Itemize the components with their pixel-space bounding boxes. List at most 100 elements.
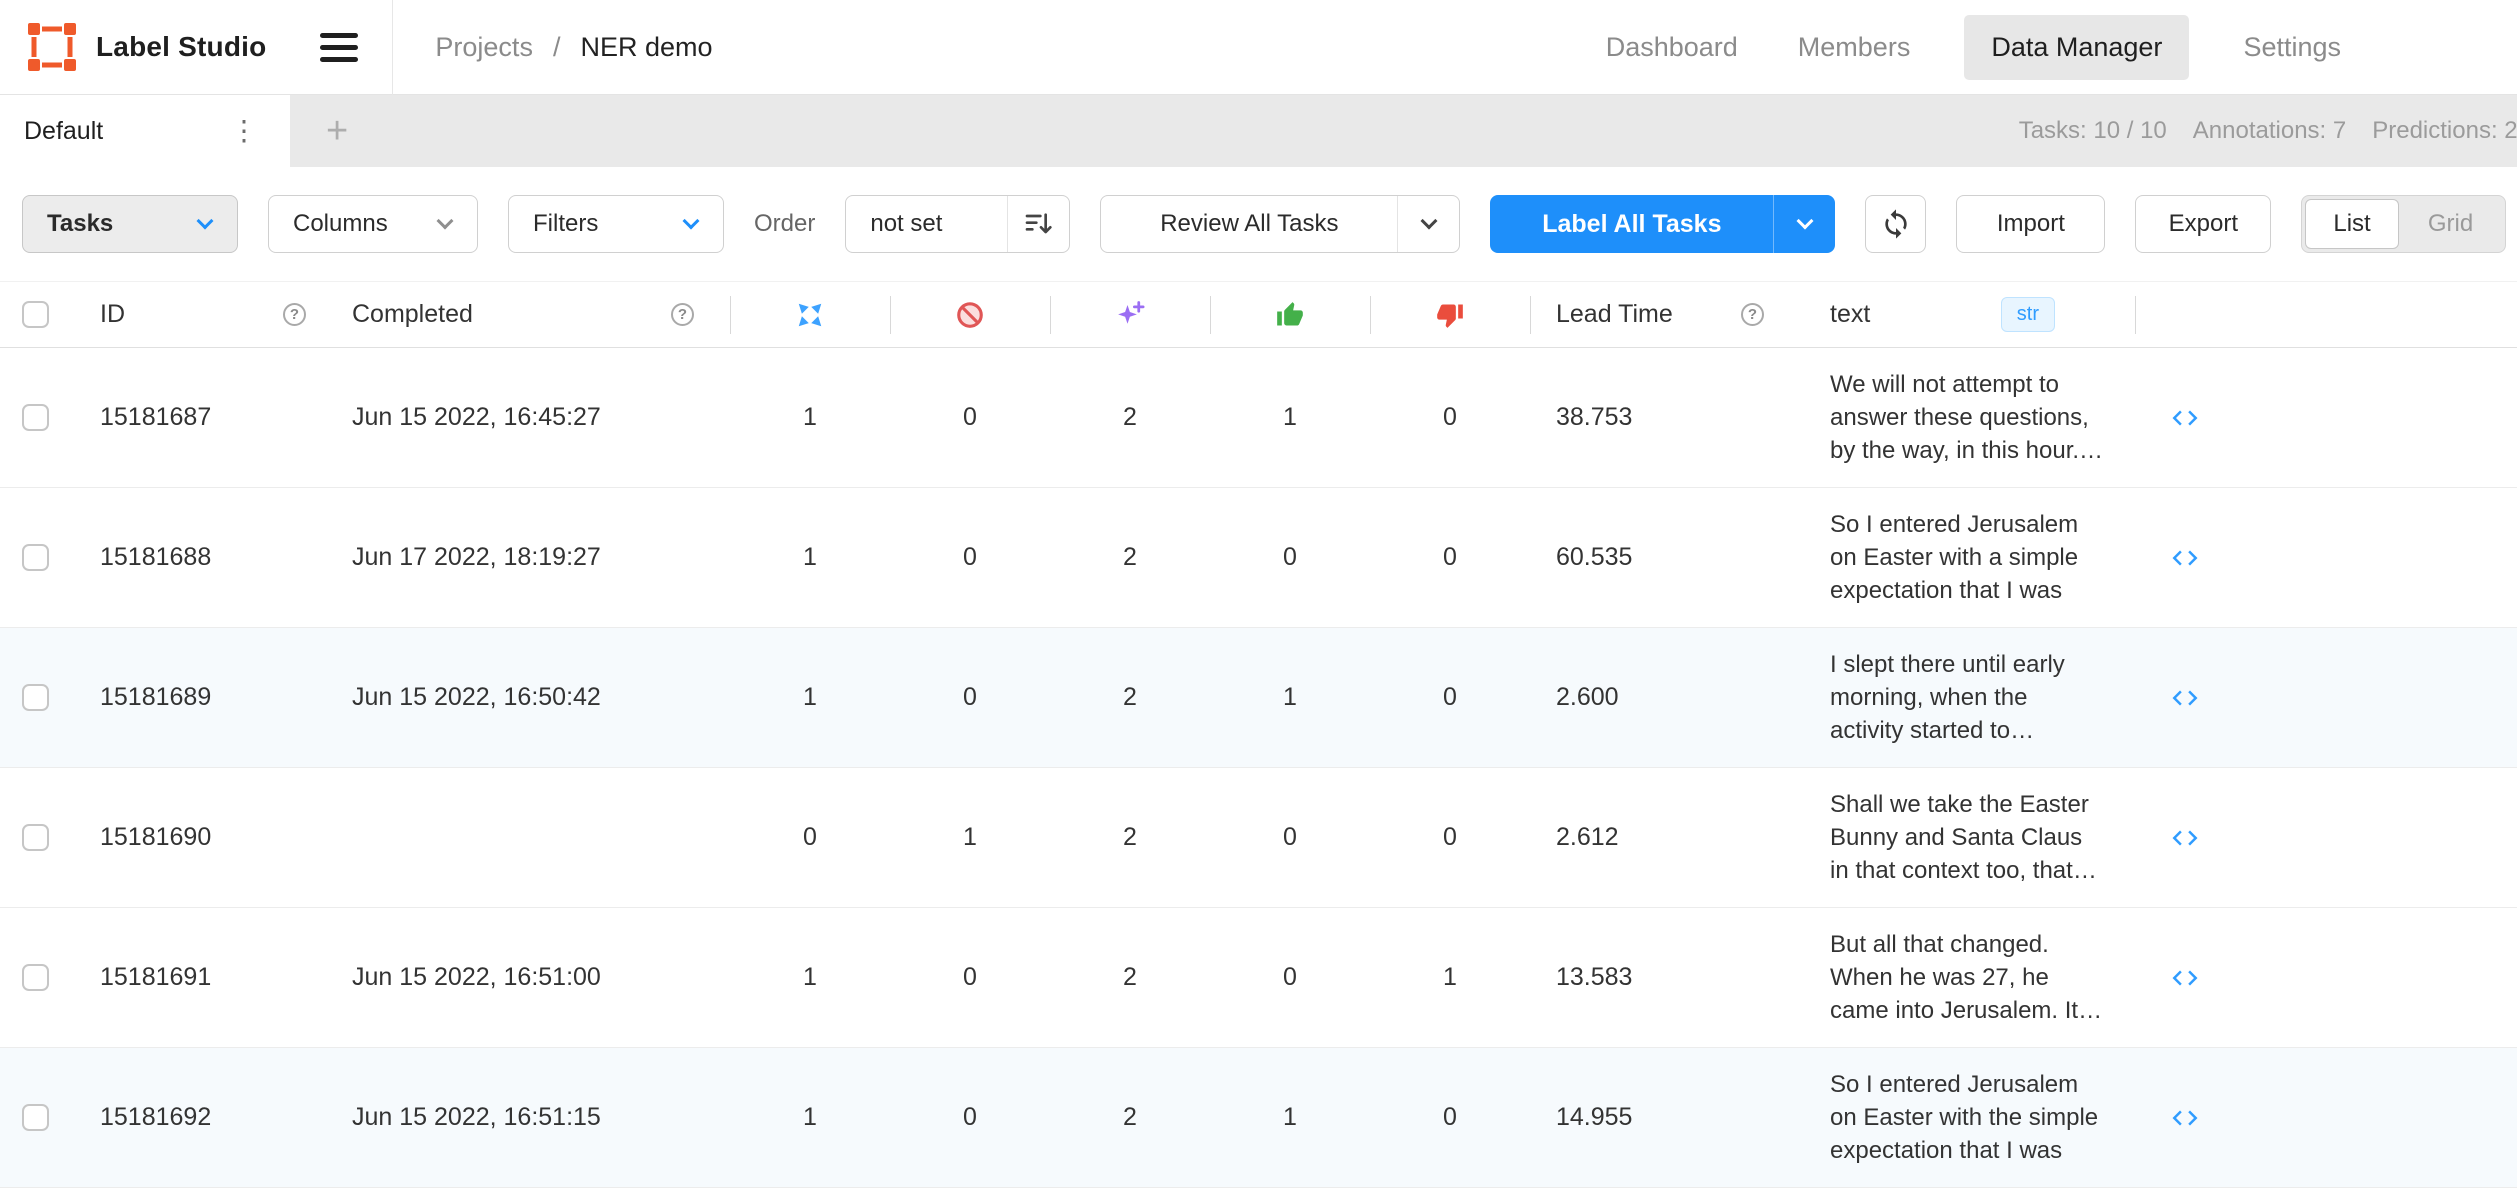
- rejected-count: 1: [1370, 908, 1530, 1047]
- code-icon: [2170, 823, 2200, 853]
- predictions-count: 2: [1050, 628, 1210, 767]
- row-checkbox[interactable]: [22, 684, 49, 711]
- table-header: ID ? Completed ?: [0, 281, 2517, 348]
- row-checkbox[interactable]: [22, 404, 49, 431]
- refresh-button[interactable]: [1865, 195, 1926, 253]
- order-value-dropdown[interactable]: not set: [845, 195, 1070, 253]
- chevron-down-icon: [437, 212, 454, 229]
- lead-time-value: 14.955: [1530, 1048, 1800, 1187]
- cancelled-count: 0: [890, 628, 1050, 767]
- predictions-count: 2: [1050, 348, 1210, 487]
- filters-dropdown[interactable]: Filters: [508, 195, 724, 253]
- nav-settings[interactable]: Settings: [2237, 15, 2347, 80]
- columns-dropdown[interactable]: Columns: [268, 195, 478, 253]
- export-button[interactable]: Export: [2135, 195, 2271, 253]
- table-row[interactable]: 15181687 Jun 15 2022, 16:45:27 1 0 2 1 0…: [0, 348, 2517, 488]
- code-icon: [2170, 543, 2200, 573]
- review-all-tasks-button[interactable]: Review All Tasks: [1100, 195, 1460, 253]
- view-grid-button[interactable]: Grid: [2399, 210, 2503, 238]
- brand: Label Studio: [26, 21, 266, 73]
- code-icon: [2170, 1103, 2200, 1133]
- annotations-count: 1: [730, 908, 890, 1047]
- column-header-cancelled[interactable]: [890, 282, 1050, 347]
- task-text: We will not attempt to answer these ques…: [1830, 368, 2105, 467]
- predictions-count: 2: [1050, 768, 1210, 907]
- chevron-down-icon: [197, 212, 214, 229]
- lead-time-value: 13.583: [1530, 908, 1800, 1047]
- view-source-button[interactable]: [2170, 403, 2200, 433]
- task-completed: [342, 768, 730, 907]
- rejected-count: 0: [1370, 488, 1530, 627]
- view-list-button[interactable]: List: [2305, 199, 2398, 249]
- code-icon: [2170, 683, 2200, 713]
- chevron-down-icon: [683, 212, 700, 229]
- lead-time-value: 60.535: [1530, 488, 1800, 627]
- annotations-count: 1: [730, 348, 890, 487]
- row-checkbox[interactable]: [22, 824, 49, 851]
- chevron-down-icon[interactable]: [1397, 196, 1459, 252]
- str-type-badge: str: [2001, 297, 2055, 332]
- tab-bar: Default ⋮ + Tasks: 10 / 10 Annotations: …: [0, 95, 2517, 167]
- help-icon[interactable]: ?: [671, 303, 694, 326]
- chevron-down-icon[interactable]: [1773, 195, 1835, 253]
- lead-time-value: 2.612: [1530, 768, 1800, 907]
- row-checkbox[interactable]: [22, 964, 49, 991]
- nav-data-manager[interactable]: Data Manager: [1964, 15, 2189, 80]
- table-row[interactable]: 15181690 0 1 2 0 0 2.612 Shall we take t…: [0, 768, 2517, 908]
- view-source-button[interactable]: [2170, 1103, 2200, 1133]
- column-header-filler: [2235, 282, 2517, 347]
- predictions-count: 2: [1050, 1048, 1210, 1187]
- column-header-rejected[interactable]: [1370, 282, 1530, 347]
- tab-default[interactable]: Default ⋮: [0, 95, 290, 167]
- kebab-icon[interactable]: ⋮: [222, 113, 266, 149]
- table-row[interactable]: 15181688 Jun 17 2022, 18:19:27 1 0 2 0 0…: [0, 488, 2517, 628]
- help-icon[interactable]: ?: [1741, 303, 1764, 326]
- app-title: Label Studio: [96, 31, 266, 63]
- import-button[interactable]: Import: [1956, 195, 2105, 253]
- column-header-id[interactable]: ID ?: [80, 282, 342, 347]
- sort-descending-icon[interactable]: [1007, 196, 1069, 252]
- column-header-accepted[interactable]: [1210, 282, 1370, 347]
- view-source-button[interactable]: [2170, 823, 2200, 853]
- annotations-count: 0: [730, 768, 890, 907]
- table-row[interactable]: 15181689 Jun 15 2022, 16:50:42 1 0 2 1 0…: [0, 628, 2517, 768]
- table-row[interactable]: 15181692 Jun 15 2022, 16:51:15 1 0 2 1 0…: [0, 1048, 2517, 1188]
- task-id: 15181690: [80, 768, 342, 907]
- rejected-count: 0: [1370, 768, 1530, 907]
- annotations-count: 1: [730, 1048, 890, 1187]
- top-header: Label Studio Projects / NER demo Dashboa…: [0, 0, 2517, 95]
- task-id: 15181687: [80, 348, 342, 487]
- task-completed: Jun 15 2022, 16:50:42: [342, 628, 730, 767]
- label-all-tasks-button[interactable]: Label All Tasks: [1490, 195, 1835, 253]
- row-checkbox[interactable]: [22, 544, 49, 571]
- nav-dashboard[interactable]: Dashboard: [1600, 15, 1744, 80]
- stat-annotations: Annotations: 7: [2193, 117, 2346, 145]
- column-header-predictions[interactable]: [1050, 282, 1210, 347]
- column-header-text[interactable]: text str: [1800, 282, 2135, 347]
- view-source-button[interactable]: [2170, 683, 2200, 713]
- cancelled-icon: [955, 300, 985, 330]
- view-source-button[interactable]: [2170, 543, 2200, 573]
- nav-members[interactable]: Members: [1792, 15, 1917, 80]
- select-all-checkbox[interactable]: [22, 301, 49, 328]
- select-all-cell: [0, 282, 80, 347]
- accepted-count: 0: [1210, 488, 1370, 627]
- breadcrumb-separator: /: [553, 32, 561, 63]
- code-icon: [2170, 963, 2200, 993]
- help-icon[interactable]: ?: [283, 303, 306, 326]
- task-id: 15181691: [80, 908, 342, 1047]
- tasks-dropdown[interactable]: Tasks: [22, 195, 238, 253]
- row-checkbox[interactable]: [22, 1104, 49, 1131]
- column-header-source: [2135, 282, 2235, 347]
- breadcrumb-projects-link[interactable]: Projects: [435, 32, 533, 63]
- task-completed: Jun 15 2022, 16:51:00: [342, 908, 730, 1047]
- table-row[interactable]: 15181691 Jun 15 2022, 16:51:00 1 0 2 0 1…: [0, 908, 2517, 1048]
- view-source-button[interactable]: [2170, 963, 2200, 993]
- column-header-lead-time[interactable]: Lead Time ?: [1530, 282, 1800, 347]
- add-tab-button[interactable]: +: [318, 112, 356, 150]
- column-header-completed[interactable]: Completed ?: [342, 282, 730, 347]
- thumb-up-icon: [1276, 301, 1304, 329]
- hamburger-menu-icon[interactable]: [312, 25, 366, 70]
- column-header-annotations[interactable]: [730, 282, 890, 347]
- cancelled-count: 1: [890, 768, 1050, 907]
